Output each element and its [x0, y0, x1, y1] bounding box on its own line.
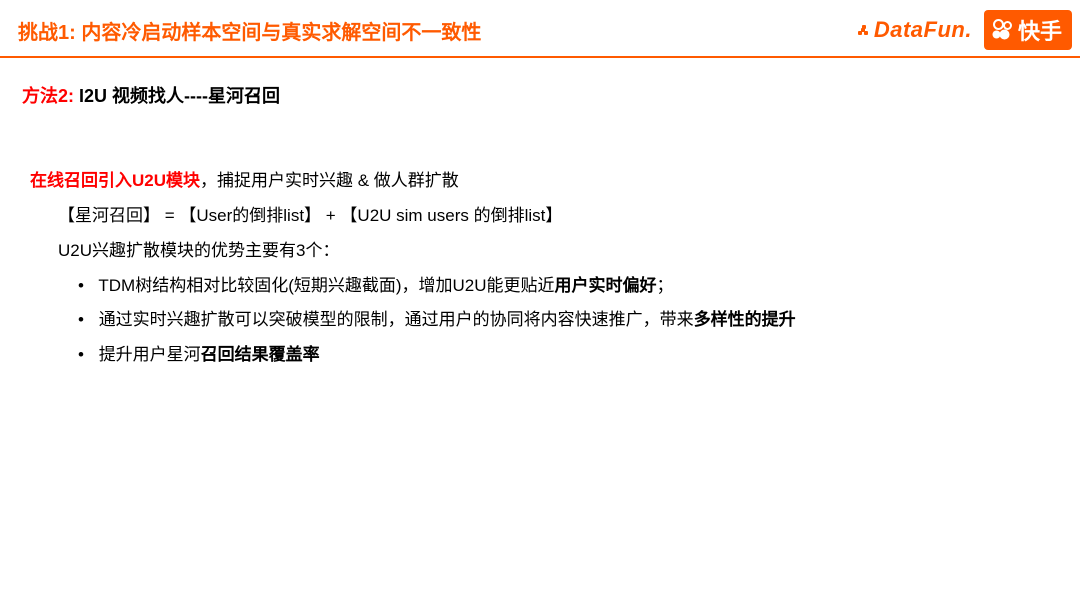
slide-content: 方法2: I2U 视频找人----星河召回 在线召回引入U2U模块，捕捉用户实时… [0, 58, 1080, 373]
bullet-pre: 提升用户星河 [99, 345, 201, 364]
intro-rest: ，捕捉用户实时兴趣 & 做人群扩散 [200, 171, 459, 190]
bullet-post: ； [657, 276, 674, 295]
list-item: 通过实时兴趣扩散可以突破模型的限制，通过用户的协同将内容快速推广，带来多样性的提… [78, 303, 1050, 338]
method-label: 方法2: [22, 86, 74, 106]
list-item: 提升用户星河召回结果覆盖率 [78, 338, 1050, 373]
method-text: I2U 视频找人----星河召回 [74, 86, 280, 106]
bullet-bold: 用户实时偏好 [555, 276, 657, 295]
body-text: 在线召回引入U2U模块，捕捉用户实时兴趣 & 做人群扩散 【星河召回】 = 【U… [22, 164, 1050, 373]
kuaishou-icon [990, 19, 1012, 41]
challenge-title: 挑战1: 内容冷启动样本空间与真实求解空间不一致性 [18, 16, 481, 45]
advantages-list: TDM树结构相对比较固化(短期兴趣截面)，增加U2U能更贴近用户实时偏好； 通过… [30, 269, 1050, 374]
kuaishou-text: 快手 [1018, 14, 1062, 46]
bullet-pre: 通过实时兴趣扩散可以突破模型的限制，通过用户的协同将内容快速推广，带来 [99, 310, 694, 329]
intro-highlight: 在线召回引入U2U模块 [30, 171, 200, 190]
intro-line: 在线召回引入U2U模块，捕捉用户实时兴趣 & 做人群扩散 [30, 164, 1050, 199]
advantages-lead: U2U兴趣扩散模块的优势主要有3个： [30, 234, 1050, 269]
logo-group: DataFun. 快手 [858, 10, 1080, 50]
method-heading: 方法2: I2U 视频找人----星河召回 [22, 82, 1050, 108]
equation-line: 【星河召回】 = 【User的倒排list】 + 【U2U sim users … [30, 199, 1050, 234]
bullet-pre: TDM树结构相对比较固化(短期兴趣截面)，增加U2U能更贴近 [98, 276, 554, 295]
slide-header: 挑战1: 内容冷启动样本空间与真实求解空间不一致性 DataFun. 快手 [0, 0, 1080, 58]
kuaishou-logo: 快手 [984, 10, 1072, 50]
datafun-logo: DataFun. [858, 17, 972, 43]
bullet-bold: 多样性的提升 [694, 310, 796, 329]
bullet-bold: 召回结果覆盖率 [201, 345, 320, 364]
datafun-dots-icon [858, 23, 872, 37]
datafun-text: DataFun. [874, 17, 972, 43]
list-item: TDM树结构相对比较固化(短期兴趣截面)，增加U2U能更贴近用户实时偏好； [78, 269, 1050, 304]
